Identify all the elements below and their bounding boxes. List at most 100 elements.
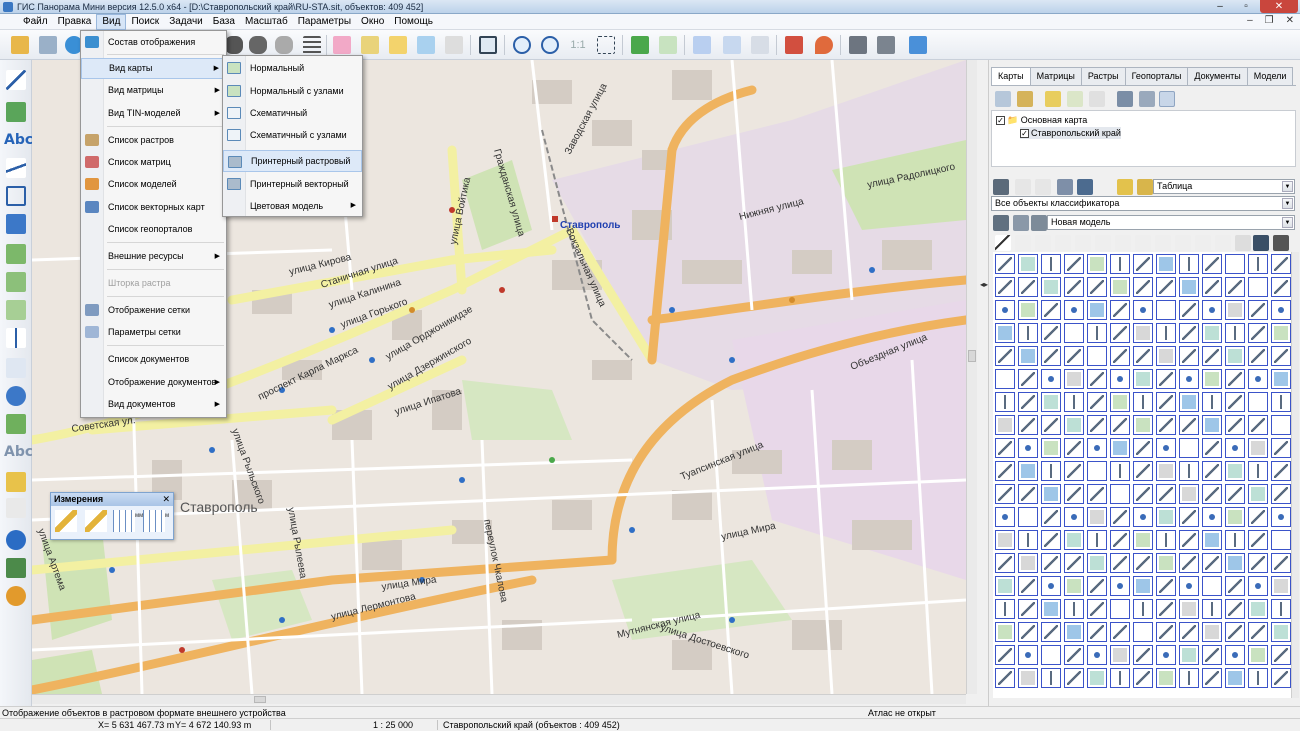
zoom-out-icon[interactable] xyxy=(510,33,534,57)
classifier-symbol-cell[interactable] xyxy=(1202,668,1222,688)
classifier-symbol-cell[interactable] xyxy=(1041,323,1061,343)
classifier-symbol-cell[interactable] xyxy=(1248,668,1268,688)
classifier-symbol-cell[interactable] xyxy=(1248,530,1268,550)
model-select[interactable]: Новая модель ▼ xyxy=(1047,215,1295,230)
cluster-type-icon[interactable] xyxy=(1215,235,1231,251)
classifier-symbol-cell[interactable] xyxy=(1248,277,1268,297)
submenu-item-printer-vector[interactable]: Принтерный векторный xyxy=(223,173,362,195)
menu-scale[interactable]: Масштаб xyxy=(240,14,293,30)
classifier-symbol-cell[interactable] xyxy=(1041,530,1061,550)
classifier-symbol-cell[interactable] xyxy=(1041,576,1061,596)
scroll-thumb[interactable] xyxy=(254,696,266,703)
classifier-symbol-cell[interactable] xyxy=(1087,369,1107,389)
select-arrow-icon[interactable] xyxy=(1015,179,1031,195)
select-cursor-icon[interactable] xyxy=(690,33,714,57)
menu-item-tin-view[interactable]: Вид TIN-моделей ▶ xyxy=(81,103,226,124)
classifier-symbol-cell[interactable] xyxy=(1133,576,1153,596)
menu-item-vector-map-list[interactable]: Список векторных карт xyxy=(81,197,226,218)
object-search-icon[interactable] xyxy=(1077,179,1093,195)
classifier-symbol-cell[interactable] xyxy=(1087,599,1107,619)
table-cursor-icon[interactable] xyxy=(720,33,744,57)
classifier-symbol-cell[interactable] xyxy=(995,668,1015,688)
mdi-restore-button[interactable]: ❐ xyxy=(1265,15,1274,26)
classifier-symbol-cell[interactable] xyxy=(1018,300,1038,320)
classifier-symbol-cell[interactable] xyxy=(1202,461,1222,481)
classifier-symbol-cell[interactable] xyxy=(1202,530,1222,550)
classifier-symbol-cell[interactable] xyxy=(1041,300,1061,320)
classifier-symbol-cell[interactable] xyxy=(1064,461,1084,481)
eraser-icon[interactable] xyxy=(358,33,382,57)
cut-icon[interactable] xyxy=(4,384,28,408)
classifier-symbol-cell[interactable] xyxy=(1133,438,1153,458)
chevron-down-icon[interactable]: ▼ xyxy=(1282,198,1293,209)
classifier-symbol-cell[interactable] xyxy=(995,438,1015,458)
classifier-symbol-cell[interactable] xyxy=(1156,277,1176,297)
classifier-symbol-cell[interactable] xyxy=(1087,300,1107,320)
submenu-item-schematic[interactable]: Схематичный xyxy=(223,102,362,124)
classifier-symbol-cell[interactable] xyxy=(1248,507,1268,527)
classifier-symbol-cell[interactable] xyxy=(1018,392,1038,412)
classifier-symbol-cell[interactable] xyxy=(1110,576,1130,596)
triangle-type-icon[interactable] xyxy=(1115,235,1131,251)
classifier-symbol-cell[interactable] xyxy=(1248,323,1268,343)
menu-tasks[interactable]: Задачи xyxy=(164,14,208,30)
classifier-symbol-cell[interactable] xyxy=(1156,668,1176,688)
classifier-symbol-cell[interactable] xyxy=(1179,346,1199,366)
move-icon[interactable] xyxy=(4,212,28,236)
checkbox[interactable]: ✓ xyxy=(1020,129,1029,139)
refresh-icon[interactable] xyxy=(995,91,1011,107)
menu-view[interactable]: Вид xyxy=(96,13,127,30)
tree-node-main-map[interactable]: ✓ 📁 Основная карта xyxy=(996,114,1087,126)
classifier-symbol-cell[interactable] xyxy=(1110,254,1130,274)
classifier-symbol-cell[interactable] xyxy=(1041,369,1061,389)
classifier-symbol-cell[interactable] xyxy=(1179,668,1199,688)
classifier-symbol-cell[interactable] xyxy=(995,300,1015,320)
classifier-symbol-cell[interactable] xyxy=(995,622,1015,642)
classifier-symbol-cell[interactable] xyxy=(1225,346,1245,366)
classifier-symbol-cell[interactable] xyxy=(1064,484,1084,504)
classifier-symbol-cell[interactable] xyxy=(1248,369,1268,389)
classifier-symbol-cell[interactable] xyxy=(1271,415,1291,435)
classifier-symbol-cell[interactable] xyxy=(1202,484,1222,504)
close-icon[interactable]: ✕ xyxy=(162,493,170,506)
classifier-symbol-cell[interactable] xyxy=(1225,277,1245,297)
classifier-symbol-cell[interactable] xyxy=(1271,438,1291,458)
classifier-symbol-cell[interactable] xyxy=(1156,369,1176,389)
text-abc-disabled-icon[interactable]: Abc xyxy=(4,440,33,464)
classifier-symbol-cell[interactable] xyxy=(1179,507,1199,527)
classifier-symbol-cell[interactable] xyxy=(995,392,1015,412)
classifier-symbol-cell[interactable] xyxy=(1225,645,1245,665)
classifier-symbol-cell[interactable] xyxy=(1248,576,1268,596)
classifier-symbol-cell[interactable] xyxy=(1110,645,1130,665)
classifier-symbol-cell[interactable] xyxy=(1041,392,1061,412)
close-map-icon[interactable] xyxy=(1089,91,1105,107)
classifier-symbol-cell[interactable] xyxy=(1064,530,1084,550)
menu-item-document-display[interactable]: Отображение документов ▶ xyxy=(81,372,226,393)
measure-grid-mm-icon[interactable] xyxy=(113,510,135,532)
classifier-symbol-cell[interactable] xyxy=(1179,553,1199,573)
classifier-symbol-cell[interactable] xyxy=(1041,553,1061,573)
classifier-symbol-cell[interactable] xyxy=(1202,346,1222,366)
add-data-icon[interactable] xyxy=(36,33,60,57)
point-type-icon[interactable] xyxy=(1155,235,1171,251)
measure-area-icon[interactable] xyxy=(85,510,107,532)
polyline-icon[interactable] xyxy=(4,156,28,180)
classifier-symbol-cell[interactable] xyxy=(1225,484,1245,504)
classifier-symbol-cell[interactable] xyxy=(995,645,1015,665)
classifier-symbol-cell[interactable] xyxy=(1271,300,1291,320)
grid-type-icon[interactable] xyxy=(1253,235,1269,251)
delete-object-icon[interactable] xyxy=(4,242,28,266)
classifier-symbol-cell[interactable] xyxy=(1156,392,1176,412)
classifier-symbol-cell[interactable] xyxy=(1202,622,1222,642)
classifier-symbol-cell[interactable] xyxy=(1156,576,1176,596)
classifier-symbol-cell[interactable] xyxy=(1225,415,1245,435)
tab-documents[interactable]: Документы xyxy=(1187,67,1248,85)
classifier-symbol-cell[interactable] xyxy=(1225,254,1245,274)
classifier-symbol-cell[interactable] xyxy=(1271,369,1291,389)
zoom-fit-icon[interactable] xyxy=(594,33,618,57)
text-frame-icon[interactable] xyxy=(748,33,772,57)
classifier-symbol-cell[interactable] xyxy=(1041,507,1061,527)
menu-parameters[interactable]: Параметры xyxy=(293,14,356,30)
table-view-icon[interactable] xyxy=(1117,179,1133,195)
classifier-symbol-cell[interactable] xyxy=(1064,323,1084,343)
